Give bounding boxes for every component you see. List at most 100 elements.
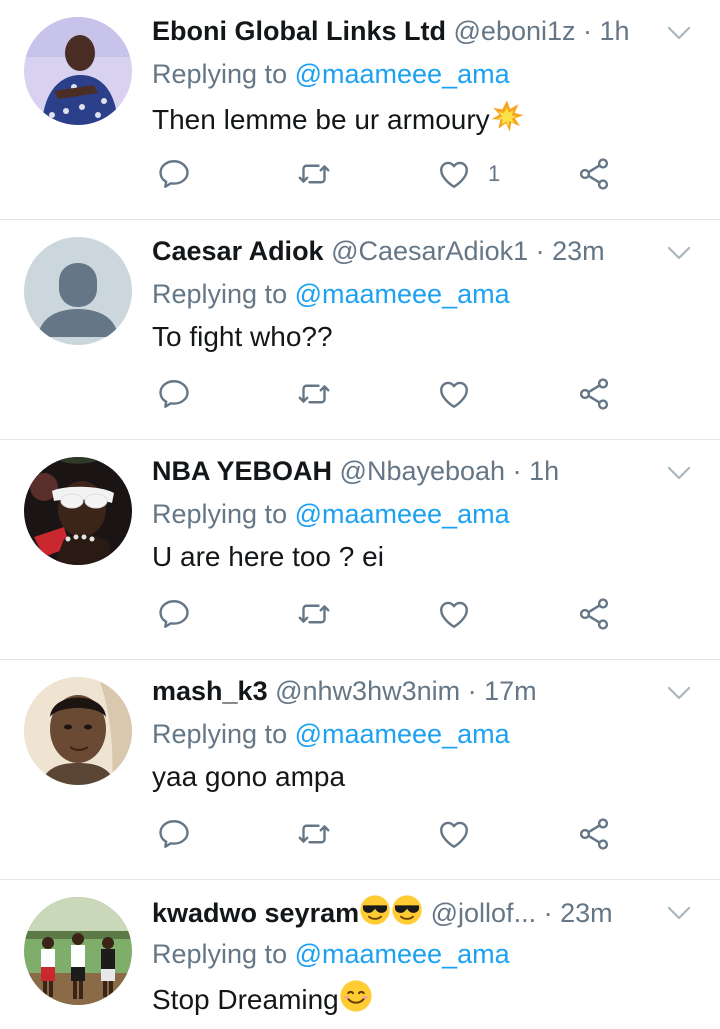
replying-to: Replying to @maameee_ama (152, 57, 510, 91)
display-name[interactable]: NBA YEBOAH (152, 456, 332, 486)
like-icon (436, 376, 472, 412)
like-button[interactable]: 1 (436, 156, 500, 192)
like-button[interactable] (436, 596, 472, 632)
reply-feed: Eboni Global Links Ltd @eboni1z · 1h Rep… (0, 0, 720, 1027)
tweet-text-content: Then lemme be ur armoury (152, 104, 490, 135)
share-button[interactable] (576, 816, 612, 852)
display-name[interactable]: Eboni Global Links Ltd (152, 16, 446, 46)
retweet-icon (296, 816, 332, 852)
share-button[interactable] (576, 156, 612, 192)
reply-button[interactable] (156, 816, 192, 852)
like-icon (436, 596, 472, 632)
chevron-down-icon[interactable] (664, 898, 694, 928)
avatar[interactable] (24, 17, 132, 125)
timestamp: · 1h (583, 16, 630, 46)
chevron-down-icon[interactable] (664, 18, 694, 48)
chevron-down-icon[interactable] (664, 458, 694, 488)
tweet-actions: 1 (152, 150, 720, 198)
tweet-item[interactable]: NBA YEBOAH @Nbayeboah · 1h Replying to @… (0, 440, 720, 660)
reply-icon (156, 156, 192, 192)
reply-button[interactable] (156, 156, 192, 192)
reply-button[interactable] (156, 376, 192, 412)
display-name[interactable]: kwadwo seyram (152, 898, 359, 928)
reply-icon (156, 596, 192, 632)
mention-link[interactable]: @maameee_ama (295, 499, 510, 529)
replying-to: Replying to @maameee_ama (152, 277, 510, 311)
replying-to: Replying to @maameee_ama (152, 497, 510, 531)
avatar-photo (24, 677, 132, 785)
retweet-button[interactable] (296, 596, 332, 632)
retweet-button[interactable] (296, 816, 332, 852)
mention-link[interactable]: @maameee_ama (295, 59, 510, 89)
replying-prefix: Replying to (152, 59, 295, 89)
smiling-face-with-sunglasses-emoji (391, 894, 423, 926)
tweet-header: kwadwo seyram @jollof... · 23m (152, 894, 636, 928)
tweet-item[interactable]: Caesar Adiok @CaesarAdiok1 · 23m Replyin… (0, 220, 720, 440)
reply-button[interactable] (156, 596, 192, 632)
avatar[interactable] (24, 677, 132, 785)
timestamp: · 23m (543, 898, 613, 928)
user-handle[interactable]: @nhw3hw3nim (275, 676, 460, 706)
smiling-face-emoji (340, 980, 372, 1012)
tweet-text-content: yaa gono ampa (152, 761, 346, 792)
avatar-photo (24, 457, 132, 565)
retweet-icon (296, 156, 332, 192)
default-avatar-icon (24, 237, 132, 345)
tweet-header: mash_k3 @nhw3hw3nim · 17m (152, 674, 636, 708)
share-icon (576, 816, 612, 852)
collision-emoji (491, 100, 524, 132)
tweet-actions (152, 370, 720, 418)
user-handle[interactable]: @Nbayeboah (340, 456, 506, 486)
like-button[interactable] (436, 376, 472, 412)
tweet-text: Stop Dreaming (152, 979, 373, 1018)
display-name[interactable]: Caesar Adiok (152, 236, 324, 266)
avatar-photo (24, 897, 132, 1005)
smiling-face-with-sunglasses-emoji (359, 894, 391, 926)
tweet-text: yaa gono ampa (152, 759, 345, 795)
share-icon (576, 596, 612, 632)
mention-link[interactable]: @maameee_ama (295, 719, 510, 749)
replying-prefix: Replying to (152, 279, 295, 309)
tweet-header: Caesar Adiok @CaesarAdiok1 · 23m (152, 234, 636, 268)
avatar[interactable] (24, 897, 132, 1005)
user-handle[interactable]: @jollof... (431, 898, 536, 928)
retweet-icon (296, 596, 332, 632)
retweet-button[interactable] (296, 376, 332, 412)
tweet-text: Then lemme be ur armoury (152, 99, 524, 138)
mention-link[interactable]: @maameee_ama (295, 939, 510, 969)
share-icon (576, 156, 612, 192)
avatar-photo (24, 17, 132, 125)
chevron-down-icon[interactable] (664, 678, 694, 708)
share-button[interactable] (576, 596, 612, 632)
replying-prefix: Replying to (152, 499, 295, 529)
share-icon (576, 376, 612, 412)
replying-prefix: Replying to (152, 939, 295, 969)
tweet-text-content: To fight who?? (152, 321, 333, 352)
like-icon (436, 816, 472, 852)
like-icon (436, 156, 472, 192)
replying-prefix: Replying to (152, 719, 295, 749)
timestamp: · 23m (535, 236, 605, 266)
avatar[interactable] (24, 457, 132, 565)
retweet-button[interactable] (296, 156, 332, 192)
chevron-down-icon[interactable] (664, 238, 694, 268)
mention-link[interactable]: @maameee_ama (295, 279, 510, 309)
like-button[interactable] (436, 816, 472, 852)
like-count: 1 (488, 161, 501, 186)
tweet-item[interactable]: mash_k3 @nhw3hw3nim · 17m Replying to @m… (0, 660, 720, 880)
tweet-actions (152, 590, 720, 638)
user-handle[interactable]: @CaesarAdiok1 (331, 236, 528, 266)
tweet-text-content: U are here too ? ei (152, 541, 384, 572)
avatar[interactable] (24, 237, 132, 345)
user-handle[interactable]: @eboni1z (454, 16, 576, 46)
timestamp: · 1h (512, 456, 560, 486)
tweet-item[interactable]: Eboni Global Links Ltd @eboni1z · 1h Rep… (0, 0, 720, 220)
display-name[interactable]: mash_k3 (152, 676, 268, 706)
tweet-header: Eboni Global Links Ltd @eboni1z · 1h (152, 14, 636, 48)
share-button[interactable] (576, 376, 612, 412)
tweet-actions (152, 810, 720, 858)
retweet-icon (296, 376, 332, 412)
tweet-header: NBA YEBOAH @Nbayeboah · 1h (152, 454, 636, 488)
tweet-item[interactable]: kwadwo seyram @jollof... · 23m Replying … (0, 880, 720, 1027)
replying-to: Replying to @maameee_ama (152, 937, 510, 971)
